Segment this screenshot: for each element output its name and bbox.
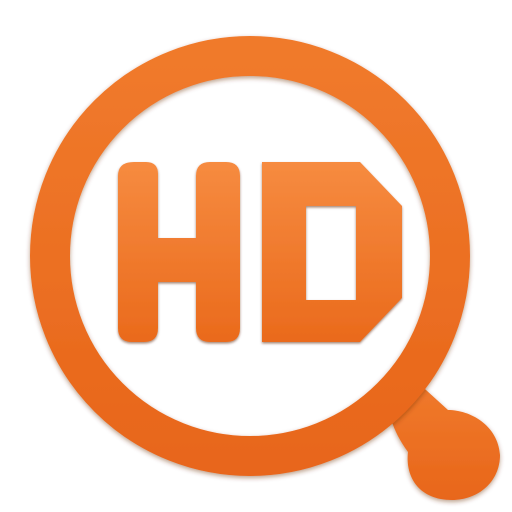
hd-logo-letters <box>118 162 402 342</box>
hd-magnifier-logo <box>30 36 500 500</box>
hd-magnifier-app-icon[interactable] <box>0 0 512 512</box>
letter-h-shape <box>118 162 240 342</box>
letter-d-shape <box>262 162 402 342</box>
